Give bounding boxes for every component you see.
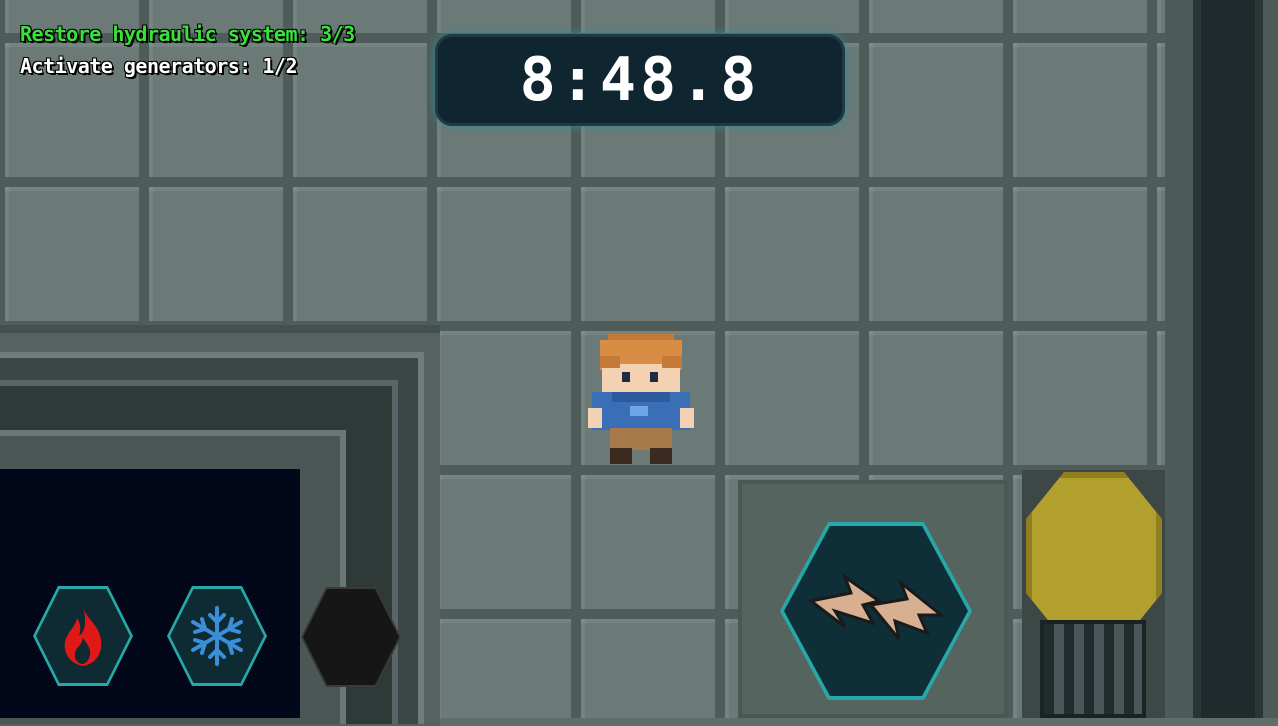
generator-dome	[1026, 472, 1162, 640]
objective-hydraulic: Restore hydraulic system: 3/3	[20, 22, 355, 46]
dark-void	[0, 469, 300, 718]
timer-panel: 8:48.8	[438, 37, 842, 123]
player-character	[588, 334, 694, 464]
generator-body	[1040, 620, 1146, 718]
flame-icon	[64, 606, 102, 666]
lightning-bolts-icon	[807, 572, 946, 640]
corridor-wall	[1165, 0, 1278, 718]
snowflake-icon	[191, 606, 243, 666]
objective-generators: Activate generators: 1/2	[20, 54, 297, 78]
objectives-list: Restore hydraulic system: 3/3 Activate g…	[20, 18, 355, 82]
countdown-timer: 8:48.8	[519, 45, 761, 115]
